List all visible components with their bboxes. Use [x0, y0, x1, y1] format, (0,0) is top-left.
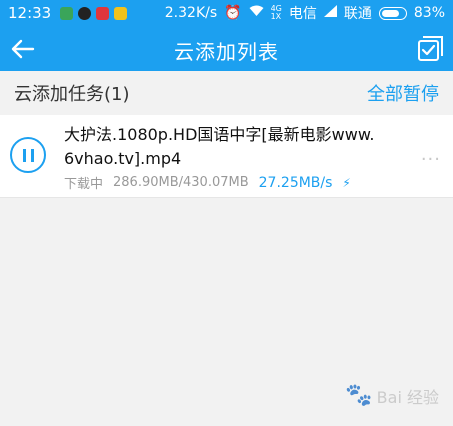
wifi-icon — [249, 5, 264, 21]
page-title: 云添加列表 — [174, 40, 279, 64]
task-meta: 下载中 286.90MB/430.07MB 27.25MB/s ⚡ — [64, 173, 351, 193]
lightning-icon: ⚡ — [342, 175, 351, 190]
screen: 12:33 2.32K/s ⏰ 4G 1X 电信 联通 83% 云添加列表 云添… — [0, 0, 453, 426]
pause-task-button[interactable] — [10, 137, 46, 173]
section-header: 云添加任务(1) 全部暂停 — [0, 71, 453, 115]
status-left: 12:33 — [8, 4, 128, 22]
carrier-1: 电信 — [288, 6, 317, 22]
star-icon — [114, 6, 128, 20]
carrier-2: 联通 — [343, 6, 372, 22]
status-right: 2.32K/s ⏰ 4G 1X 电信 联通 83% — [165, 3, 445, 23]
checkbox-icon — [418, 36, 443, 61]
task-status: 下载中 — [64, 177, 104, 192]
alarm-icon: ⏰ — [224, 5, 242, 21]
qq-icon — [78, 6, 92, 20]
select-button[interactable] — [417, 34, 445, 62]
task-progress: 286.90MB/430.07MB — [113, 175, 249, 190]
pause-all-button[interactable]: 全部暂停 — [367, 80, 439, 106]
paw-icon: 🐾 — [345, 383, 373, 408]
battery-percent: 83% — [413, 5, 445, 21]
message-icon — [96, 6, 110, 20]
section-title: 云添加任务(1) — [14, 84, 130, 105]
signal-icon — [323, 5, 337, 21]
battery-icon — [378, 6, 407, 20]
title-bar: 云添加列表 — [0, 26, 453, 71]
watermark: 🐾 Bai 经验 — [345, 383, 439, 408]
app-notification-icon — [60, 6, 74, 20]
task-item[interactable]: 大护法.1080p.HD国语中字[最新电影www.6vhao.tv].mp4 下… — [0, 115, 453, 198]
pause-icon-bar — [31, 149, 34, 162]
pause-icon — [23, 149, 26, 162]
status-bar: 12:33 2.32K/s ⏰ 4G 1X 电信 联通 83% — [0, 0, 453, 26]
status-time: 12:33 — [8, 4, 52, 22]
task-speed: 27.25MB/s — [258, 174, 333, 191]
more-options-button[interactable]: ··· — [421, 149, 441, 170]
net-type-label: 4G 1X — [270, 4, 282, 21]
task-filename: 大护法.1080p.HD国语中字[最新电影www.6vhao.tv].mp4 — [64, 125, 375, 168]
network-speed: 2.32K/s — [164, 5, 218, 21]
watermark-text: Bai 经验 — [376, 387, 439, 407]
